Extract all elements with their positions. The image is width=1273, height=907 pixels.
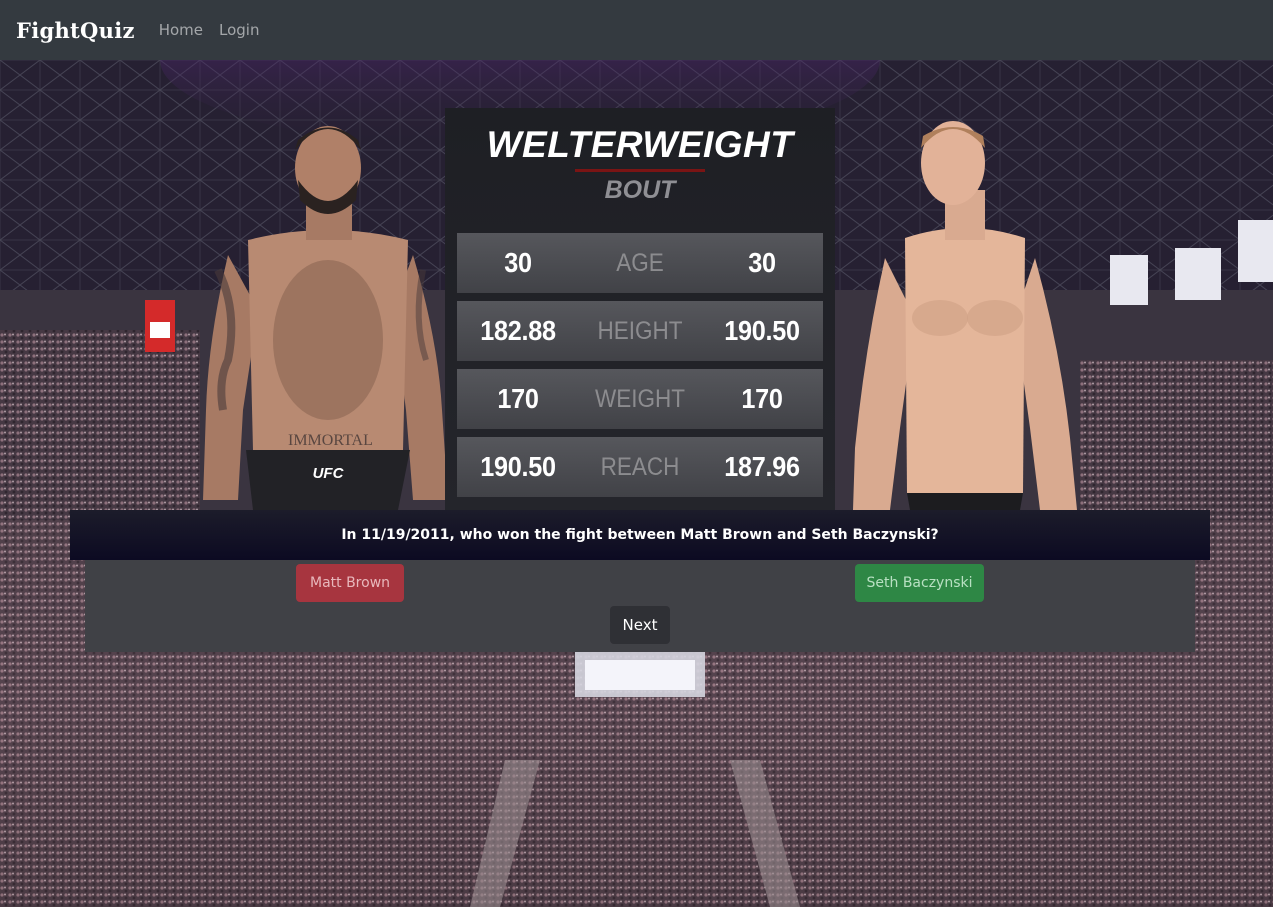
bout-subtitle: BOUT: [604, 176, 676, 204]
question-text: In 11/19/2011, who won the fight between…: [341, 527, 939, 543]
stat-row-age: 30 AGE 30: [457, 233, 823, 293]
division-title: WELTERWEIGHT: [486, 124, 794, 165]
stat-row-height: 182.88 HEIGHT 190.50: [457, 301, 823, 361]
fighter-left-tattoo-text: IMMORTAL: [288, 432, 373, 449]
navbar: FightQuiz Home Login: [0, 0, 1273, 60]
answer-option-b-button[interactable]: Seth Baczynski: [855, 564, 984, 602]
stat-left-value: 170: [497, 383, 539, 414]
stat-row-reach: 190.50 REACH 187.96: [457, 437, 823, 497]
answers-panel: Matt Brown Seth Baczynski Next: [85, 560, 1195, 652]
bout-stats-card: WELTERWEIGHT BOUT 30 AGE 30 182.88 HEIGH…: [445, 108, 835, 510]
stat-right-value: 30: [748, 247, 776, 278]
stat-right-value: 190.50: [724, 315, 800, 346]
stat-left-value: 182.88: [480, 315, 556, 346]
nav-link-login[interactable]: Login: [219, 21, 259, 39]
fighter-right-photo: [845, 108, 1085, 510]
stat-label: WEIGHT: [595, 384, 685, 413]
stat-left-value: 190.50: [480, 451, 556, 482]
question-bar: In 11/19/2011, who won the fight between…: [70, 510, 1210, 560]
fighter-left-shorts-logo: UFC: [313, 465, 345, 482]
stat-label: AGE: [616, 248, 664, 277]
stat-right-value: 187.96: [724, 451, 800, 482]
stat-left-value: 30: [504, 247, 532, 278]
stat-right-value: 170: [741, 383, 783, 414]
nav-link-home[interactable]: Home: [159, 21, 203, 39]
answer-option-a-button[interactable]: Matt Brown: [296, 564, 404, 602]
brand-logo[interactable]: FightQuiz: [16, 18, 135, 43]
stat-label: HEIGHT: [597, 316, 683, 345]
next-button[interactable]: Next: [610, 606, 670, 644]
stat-row-weight: 170 WEIGHT 170: [457, 369, 823, 429]
division-underline: [575, 169, 705, 172]
fighter-left-photo: IMMORTAL UFC: [198, 110, 458, 510]
stat-label: REACH: [600, 452, 680, 481]
